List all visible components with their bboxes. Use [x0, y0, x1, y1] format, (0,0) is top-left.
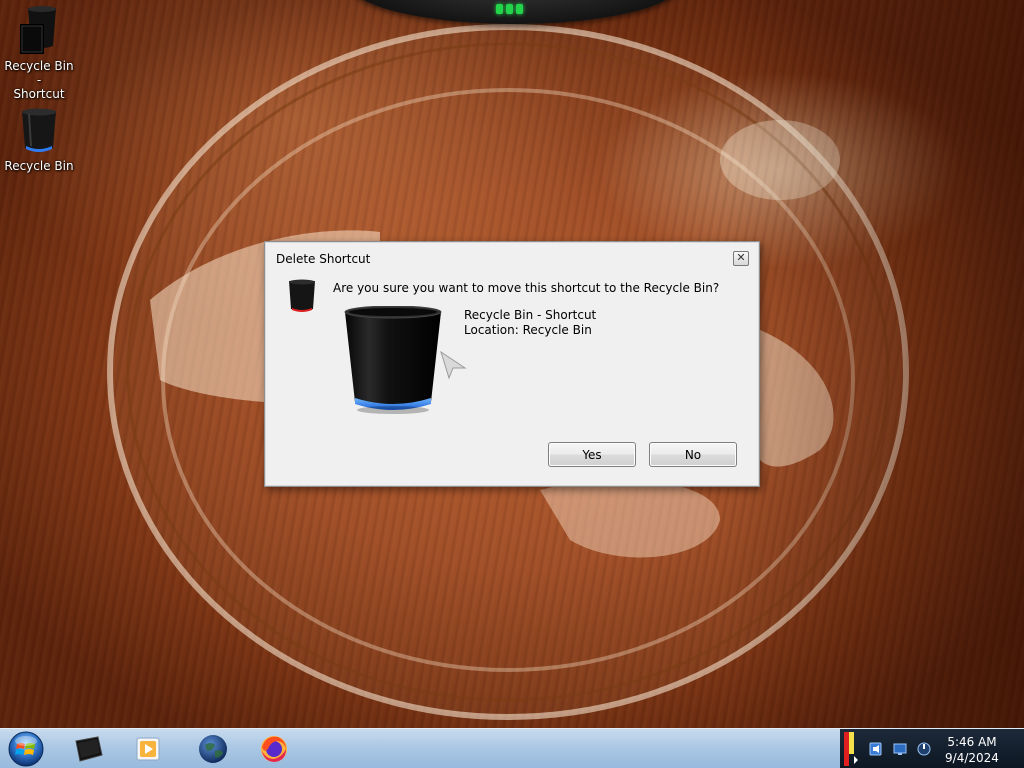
clock-date: 9/4/2024 — [945, 751, 999, 765]
recycle-bin-small-icon — [289, 279, 315, 312]
tray-flag-icon[interactable] — [844, 732, 858, 766]
desktop-icon-label-line2: Shortcut — [13, 87, 65, 101]
dialog-question-text: Are you sure you want to move this short… — [333, 281, 720, 295]
desktop-icon-recycle-bin[interactable]: Recycle Bin — [1, 108, 77, 173]
start-orb-icon[interactable] — [5, 730, 47, 768]
dialog-title-bar[interactable]: Delete Shortcut ✕ — [265, 242, 759, 272]
item-name: Recycle Bin - Shortcut — [464, 308, 597, 322]
network-icon[interactable] — [892, 741, 908, 757]
desktop-icon-label: Recycle Bin — [4, 159, 74, 173]
no-button[interactable]: No — [649, 442, 737, 467]
wallpaper-shadow — [724, 0, 1024, 728]
delete-shortcut-dialog: Delete Shortcut ✕ Are you sure you want … — [264, 241, 760, 487]
close-icon: ✕ — [736, 251, 746, 264]
clock-time: 5:46 AM — [947, 735, 997, 749]
desktop-icon[interactable] — [72, 733, 104, 765]
globe-icon[interactable] — [197, 733, 229, 765]
volume-icon[interactable] — [868, 741, 884, 757]
firefox-icon[interactable] — [258, 733, 290, 765]
desktop[interactable]: Recycle Bin - Shortcut Recycle Bin Delet… — [0, 0, 1024, 728]
yes-button[interactable]: Yes — [548, 442, 636, 467]
recycle-bin-large-icon — [344, 306, 442, 414]
status-leds — [496, 4, 523, 14]
dialog-title: Delete Shortcut — [276, 252, 371, 266]
media-player-icon[interactable] — [132, 733, 164, 765]
taskbar-clock[interactable]: 5:46 AM 9/4/2024 — [926, 734, 1018, 766]
taskbar: 5:46 AM 9/4/2024 — [0, 728, 1024, 768]
close-button[interactable]: ✕ — [733, 251, 749, 266]
shortcut-arrow-icon — [440, 350, 467, 380]
recycle-bin-shortcut-icon — [20, 6, 56, 54]
desktop-icon-label-line1: Recycle Bin - — [4, 59, 74, 87]
desktop-icon-recycle-bin-shortcut[interactable]: Recycle Bin - Shortcut — [1, 6, 77, 101]
item-location: Location: Recycle Bin — [464, 323, 592, 337]
recycle-bin-icon — [22, 108, 56, 152]
